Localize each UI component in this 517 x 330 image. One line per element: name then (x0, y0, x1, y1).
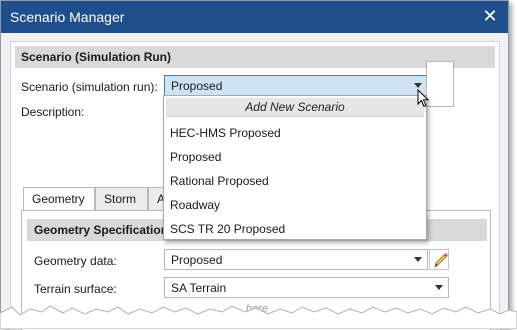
chevron-down-icon[interactable] (435, 285, 443, 290)
scenario-select[interactable]: Proposed (164, 75, 428, 96)
description-label: Description: (21, 105, 85, 119)
section-header: Scenario (Simulation Run) (15, 46, 495, 68)
torn-edge (0, 305, 517, 329)
mouse-cursor-icon (417, 89, 430, 108)
edit-geometry-button[interactable] (429, 249, 449, 270)
dropdown-item[interactable]: Proposed (170, 150, 221, 164)
geometry-data-value: Proposed (171, 253, 223, 267)
scenario-select-value: Proposed (171, 79, 223, 93)
add-new-scenario-item[interactable]: Add New Scenario (166, 98, 424, 117)
window-title: Scenario Manager (10, 9, 125, 25)
close-icon[interactable]: ✕ (472, 1, 508, 33)
scenario-dropdown-list: Add New Scenario HEC-HMS Proposed Propos… (163, 95, 427, 240)
dropdown-item[interactable]: Roadway (170, 198, 220, 212)
geometry-data-select[interactable]: Proposed (164, 249, 428, 270)
title-bar: Scenario Manager ✕ (1, 1, 508, 33)
tab-storm[interactable]: Storm (95, 187, 148, 211)
scenario-label: Scenario (simulation run): (21, 80, 158, 94)
terrain-surface-value: SA Terrain (171, 281, 227, 295)
pencil-icon (434, 253, 448, 268)
dropdown-item[interactable]: HEC-HMS Proposed (170, 126, 281, 140)
terrain-surface-select[interactable]: SA Terrain (164, 277, 449, 298)
tab-geometry[interactable]: Geometry (23, 187, 95, 212)
dropdown-item[interactable]: Rational Proposed (170, 174, 269, 188)
chevron-down-icon[interactable] (414, 257, 422, 262)
geometry-data-label: Geometry data: (34, 254, 117, 268)
chevron-down-icon[interactable] (414, 83, 422, 88)
dropdown-item[interactable]: SCS TR 20 Proposed (170, 222, 285, 236)
terrain-surface-label: Terrain surface: (34, 282, 117, 296)
